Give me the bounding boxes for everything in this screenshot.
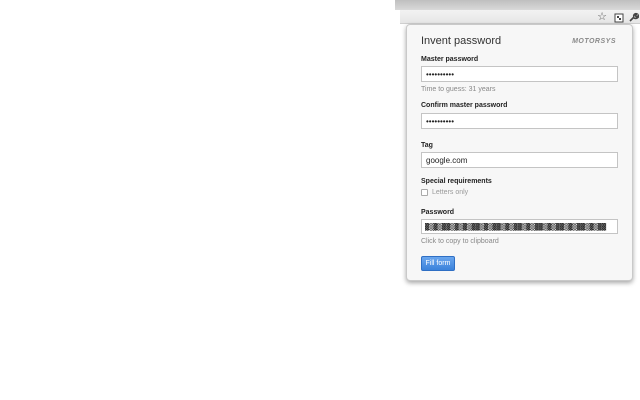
generated-password: ▓▒▓▒▓▓▒▓▒▓▒▓▓▒▓▒▓▓▒▓▒▓▓▒▓▒▓▓▒▓▒▓▓▒▓▒▓▓▒▓… <box>425 223 607 231</box>
password-label: Password <box>421 209 455 216</box>
popup-title: Invent password <box>421 35 502 47</box>
extension-icon[interactable] <box>612 11 626 25</box>
time-to-guess-hint: Time to guess: 31 years <box>421 86 496 93</box>
letters-only-label: Letters only <box>432 189 469 196</box>
fill-form-button[interactable]: Fill form <box>421 256 455 271</box>
brand-logo: MOTORSYS <box>572 38 616 45</box>
browser-window: ☆ Invent password MOTORSYS Master passwo… <box>0 0 640 400</box>
tab-strip <box>395 0 640 10</box>
confirm-password-input[interactable] <box>421 113 618 129</box>
tag-input[interactable] <box>421 152 618 168</box>
special-requirements-label: Special requirements <box>421 178 492 185</box>
generated-password-field[interactable]: ▓▒▓▒▓▓▒▓▒▓▒▓▓▒▓▒▓▓▒▓▒▓▓▒▓▒▓▓▒▓▒▓▓▒▓▒▓▓▒▓… <box>421 219 618 234</box>
tag-label: Tag <box>421 142 433 149</box>
master-password-input[interactable] <box>421 66 618 82</box>
copy-to-clipboard-hint: Click to copy to clipboard <box>421 238 499 245</box>
master-password-label: Master password <box>421 56 479 63</box>
letters-only-option[interactable]: Letters only <box>421 189 468 196</box>
star-icon[interactable]: ☆ <box>595 10 609 24</box>
wrench-icon[interactable] <box>626 10 640 24</box>
browser-toolbar: ☆ <box>400 10 640 24</box>
confirm-password-label: Confirm master password <box>421 102 508 109</box>
extension-popup: Invent password MOTORSYS Master password… <box>406 24 633 281</box>
letters-only-checkbox[interactable] <box>421 189 428 196</box>
